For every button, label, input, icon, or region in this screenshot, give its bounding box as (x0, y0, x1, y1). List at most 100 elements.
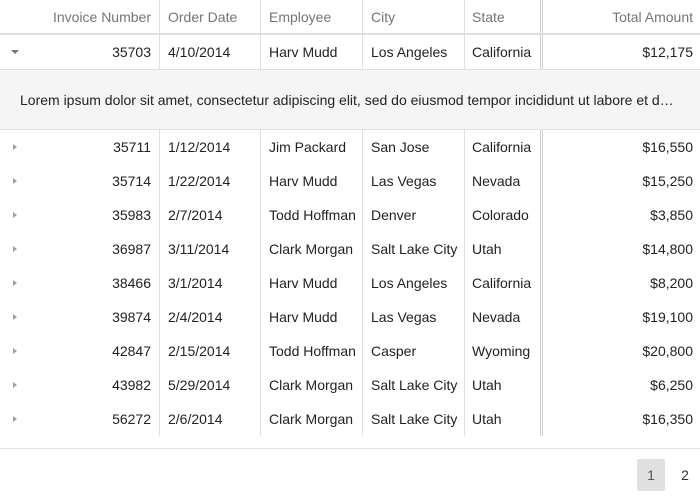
cell-state: Nevada (464, 164, 540, 198)
caret-right-icon (13, 144, 17, 150)
row-expander[interactable] (0, 164, 30, 198)
column-header-state[interactable]: State (464, 0, 540, 33)
column-header-invoice-number[interactable]: Invoice Number (30, 0, 159, 33)
cell-employee: Todd Hoffman (260, 334, 362, 368)
table-row[interactable]: 56272 2/6/2014 Clark Morgan Salt Lake City U… (0, 402, 700, 436)
cell-total-amount: $20,800 (540, 334, 700, 368)
cell-state: Wyoming (464, 334, 540, 368)
table-row[interactable]: 35703 4/10/2014 Harv Mudd Los Angeles Califo… (0, 35, 700, 69)
caret-right-icon (13, 348, 17, 354)
cell-employee: Clark Morgan (260, 232, 362, 266)
cell-state: Nevada (464, 300, 540, 334)
cell-employee: Clark Morgan (260, 368, 362, 402)
cell-employee: Harv Mudd (260, 35, 362, 69)
cell-order-date: 2/7/2014 (159, 198, 260, 232)
cell-employee: Jim Packard (260, 130, 362, 164)
cell-total-amount: $16,550 (540, 130, 700, 164)
table-row[interactable]: 39874 2/4/2014 Harv Mudd Las Vegas Nevada $19… (0, 300, 700, 334)
cell-total-amount: $8,200 (540, 266, 700, 300)
grid-pager: 1 2 (0, 448, 700, 500)
cell-order-date: 1/22/2014 (159, 164, 260, 198)
table-row[interactable]: 43982 5/29/2014 Clark Morgan Salt Lake City… (0, 368, 700, 402)
cell-state: California (464, 130, 540, 164)
row-expander[interactable] (0, 266, 30, 300)
cell-city: Los Angeles (362, 266, 464, 300)
cell-state: Colorado (464, 198, 540, 232)
table-row[interactable]: 35711 1/12/2014 Jim Packard San Jose Califor… (0, 130, 700, 164)
cell-total-amount: $15,250 (540, 164, 700, 198)
cell-state: Utah (464, 368, 540, 402)
caret-right-icon (13, 178, 17, 184)
cell-order-date: 2/4/2014 (159, 300, 260, 334)
cell-total-amount: $14,800 (540, 232, 700, 266)
page-button-1[interactable]: 1 (637, 459, 665, 491)
caret-right-icon (13, 416, 17, 422)
cell-total-amount: $19,100 (540, 300, 700, 334)
cell-total-amount: $12,175 (540, 35, 700, 69)
cell-city: Las Vegas (362, 300, 464, 334)
grid-header: Invoice Number Order Date Employee City … (0, 0, 700, 35)
cell-city: Los Angeles (362, 35, 464, 69)
row-expander[interactable] (0, 35, 30, 69)
caret-down-icon (11, 50, 19, 54)
cell-state: Utah (464, 232, 540, 266)
column-header-city[interactable]: City (362, 0, 464, 33)
row-expander[interactable] (0, 232, 30, 266)
cell-city: Las Vegas (362, 164, 464, 198)
column-header-total-amount[interactable]: Total Amount (540, 0, 700, 33)
cell-total-amount: $3,850 (540, 198, 700, 232)
caret-right-icon (13, 314, 17, 320)
cell-invoice-number: 56272 (112, 411, 151, 427)
cell-invoice-number: 35714 (112, 173, 151, 189)
row-expander[interactable] (0, 402, 30, 436)
row-expander[interactable] (0, 334, 30, 368)
cell-invoice-number: 35983 (112, 207, 151, 223)
caret-right-icon (13, 246, 17, 252)
table-row[interactable]: 36987 3/11/2014 Clark Morgan Salt Lake City… (0, 232, 700, 266)
cell-order-date: 3/11/2014 (159, 232, 260, 266)
cell-employee: Harv Mudd (260, 164, 362, 198)
row-expander[interactable] (0, 368, 30, 402)
cell-order-date: 5/29/2014 (159, 368, 260, 402)
data-grid: Invoice Number Order Date Employee City … (0, 0, 700, 448)
cell-employee: Todd Hoffman (260, 198, 362, 232)
cell-city: Denver (362, 198, 464, 232)
row-detail-panel: Lorem ipsum dolor sit amet, consectetur … (0, 69, 700, 130)
cell-order-date: 2/15/2014 (159, 334, 260, 368)
expand-column-header (0, 0, 30, 33)
cell-city: Salt Lake City (362, 402, 464, 436)
cell-order-date: 4/10/2014 (159, 35, 260, 69)
row-expander[interactable] (0, 130, 30, 164)
page-button-2[interactable]: 2 (671, 459, 699, 491)
cell-invoice-number: 35703 (112, 44, 151, 60)
cell-city: Salt Lake City (362, 232, 464, 266)
row-expander[interactable] (0, 300, 30, 334)
cell-invoice-number: 38466 (112, 275, 151, 291)
cell-employee: Harv Mudd (260, 300, 362, 334)
cell-state: California (464, 35, 540, 69)
caret-right-icon (13, 212, 17, 218)
row-detail-text: Lorem ipsum dolor sit amet, consectetur … (20, 91, 674, 108)
cell-invoice-number: 35711 (113, 139, 151, 155)
cell-employee: Clark Morgan (260, 402, 362, 436)
cell-order-date: 3/1/2014 (159, 266, 260, 300)
table-row[interactable]: 35983 2/7/2014 Todd Hoffman Denver Colorado $… (0, 198, 700, 232)
table-row[interactable]: 35714 1/22/2014 Harv Mudd Las Vegas Nevada $1… (0, 164, 700, 198)
column-header-order-date[interactable]: Order Date (159, 0, 260, 33)
cell-employee: Harv Mudd (260, 266, 362, 300)
cell-state: Utah (464, 402, 540, 436)
table-row[interactable]: 42847 2/15/2014 Todd Hoffman Casper Wyoming $… (0, 334, 700, 368)
cell-city: Casper (362, 334, 464, 368)
cell-state: California (464, 266, 540, 300)
cell-city: Salt Lake City (362, 368, 464, 402)
table-row[interactable]: 38466 3/1/2014 Harv Mudd Los Angeles Califor… (0, 266, 700, 300)
cell-total-amount: $6,250 (540, 368, 700, 402)
cell-invoice-number: 43982 (112, 377, 151, 393)
row-expander[interactable] (0, 198, 30, 232)
cell-city: San Jose (362, 130, 464, 164)
cell-invoice-number: 42847 (112, 343, 151, 359)
cell-total-amount: $16,350 (540, 402, 700, 436)
cell-invoice-number: 36987 (112, 241, 151, 257)
cell-invoice-number: 39874 (112, 309, 151, 325)
column-header-employee[interactable]: Employee (260, 0, 362, 33)
